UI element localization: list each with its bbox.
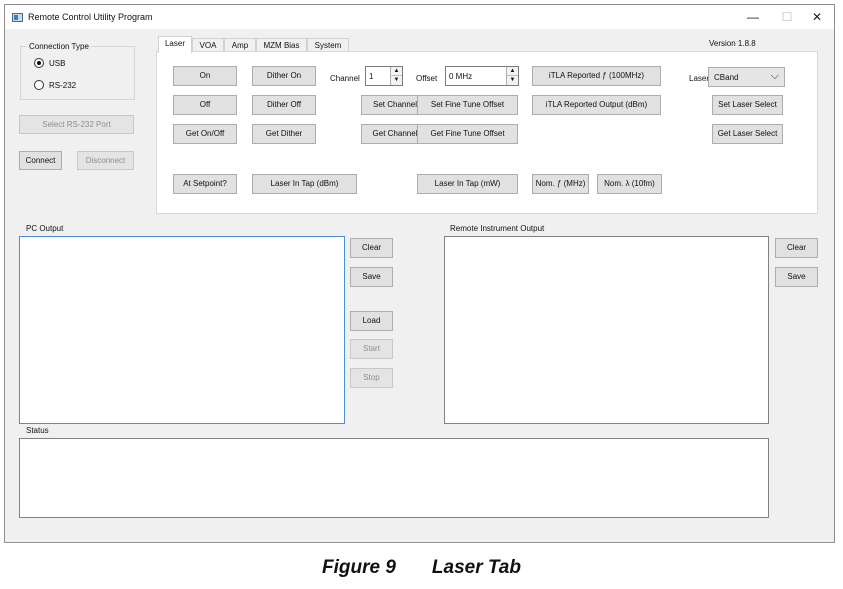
nominal-frequency-button[interactable]: Nom. ƒ (MHz): [532, 174, 589, 194]
tab-voa[interactable]: VOA: [192, 38, 224, 52]
laser-select-label: Laser: [689, 74, 710, 83]
minimize-button[interactable]: —: [738, 7, 768, 27]
set-laser-select-button[interactable]: Set Laser Select: [712, 95, 783, 115]
itla-reported-output-button[interactable]: iTLA Reported Output (dBm): [532, 95, 661, 115]
tab-mzm-bias[interactable]: MZM Bias: [256, 38, 307, 52]
pc-output-save-button[interactable]: Save: [350, 267, 393, 287]
laser-in-tap-dbm-button[interactable]: Laser In Tap (dBm): [252, 174, 357, 194]
offset-down-arrow-icon[interactable]: ▼: [507, 76, 518, 85]
title-bar: Remote Control Utility Program — ☐ ✕: [5, 5, 834, 29]
chevron-down-icon: ⌵: [770, 70, 779, 82]
at-setpoint-button[interactable]: At Setpoint?: [173, 174, 237, 194]
dither-on-button[interactable]: Dither On: [252, 66, 316, 86]
status-label: Status: [26, 426, 49, 435]
connect-button[interactable]: Connect: [19, 151, 62, 170]
pc-output-load-button[interactable]: Load: [350, 311, 393, 331]
channel-spinbox[interactable]: 1 ▲ ▼: [365, 66, 403, 86]
status-textbox[interactable]: [19, 438, 769, 518]
laser-in-tap-mw-button[interactable]: Laser In Tap (mW): [417, 174, 518, 194]
window-title: Remote Control Utility Program: [28, 12, 153, 22]
pc-output-start-button[interactable]: Start: [350, 339, 393, 359]
app-icon: [12, 13, 23, 22]
rs232-radio[interactable]: [34, 80, 44, 90]
figure-number: Figure 9: [322, 557, 396, 578]
connection-type-title: Connection Type: [27, 42, 91, 51]
itla-reported-frequency-button[interactable]: iTLA Reported ƒ (100MHz): [532, 66, 661, 86]
app-window: Remote Control Utility Program — ☐ ✕ Con…: [4, 4, 835, 543]
maximize-button[interactable]: ☐: [772, 7, 802, 27]
remote-output-save-button[interactable]: Save: [775, 267, 818, 287]
dither-off-button[interactable]: Dither Off: [252, 95, 316, 115]
offset-label: Offset: [416, 74, 438, 83]
figure-title: Laser Tab: [431, 557, 521, 578]
usb-radio-label: USB: [49, 59, 66, 68]
remote-output-label: Remote Instrument Output: [450, 224, 545, 233]
nominal-wavelength-button[interactable]: Nom. λ (10fm): [597, 174, 662, 194]
version-label: Version 1.8.8: [709, 39, 756, 48]
channel-spin-buttons: ▲ ▼: [390, 67, 402, 85]
get-dither-button[interactable]: Get Dither: [252, 124, 316, 144]
disconnect-button[interactable]: Disconnect: [77, 151, 134, 170]
offset-spinbox[interactable]: 0 MHz ▲ ▼: [445, 66, 519, 86]
offset-value: 0 MHz: [449, 72, 473, 81]
set-fine-tune-offset-button[interactable]: Set Fine Tune Offset: [417, 95, 518, 115]
laser-select-dropdown[interactable]: CBand ⌵: [708, 67, 785, 87]
offset-up-arrow-icon[interactable]: ▲: [507, 67, 518, 76]
channel-value: 1: [369, 72, 374, 81]
connection-type-group: Connection Type USB RS-232: [20, 42, 135, 100]
pc-output-clear-button[interactable]: Clear: [350, 238, 393, 258]
laser-on-button[interactable]: On: [173, 66, 237, 86]
get-laser-select-button[interactable]: Get Laser Select: [712, 124, 783, 144]
close-button[interactable]: ✕: [802, 7, 832, 27]
tab-system[interactable]: System: [307, 38, 349, 52]
tab-laser[interactable]: Laser: [158, 36, 192, 53]
tab-amp[interactable]: Amp: [224, 38, 256, 52]
rs232-radio-label: RS-232: [49, 81, 77, 90]
select-rs232-port-button[interactable]: Select RS-232 Port: [19, 115, 134, 134]
channel-label: Channel: [330, 74, 360, 83]
laser-off-button[interactable]: Off: [173, 95, 237, 115]
channel-down-arrow-icon[interactable]: ▼: [391, 76, 402, 85]
pc-output-label: PC Output: [26, 224, 64, 233]
get-fine-tune-offset-button[interactable]: Get Fine Tune Offset: [417, 124, 518, 144]
channel-up-arrow-icon[interactable]: ▲: [391, 67, 402, 76]
usb-radio[interactable]: [34, 58, 44, 68]
remote-output-textbox[interactable]: [444, 236, 769, 424]
pc-output-stop-button[interactable]: Stop: [350, 368, 393, 388]
remote-output-clear-button[interactable]: Clear: [775, 238, 818, 258]
get-on-off-button[interactable]: Get On/Off: [173, 124, 237, 144]
laser-select-value: CBand: [714, 73, 739, 82]
figure-caption: Figure 9 Laser Tab: [0, 557, 843, 579]
pc-output-textbox[interactable]: [19, 236, 345, 424]
offset-spin-buttons: ▲ ▼: [506, 67, 518, 85]
